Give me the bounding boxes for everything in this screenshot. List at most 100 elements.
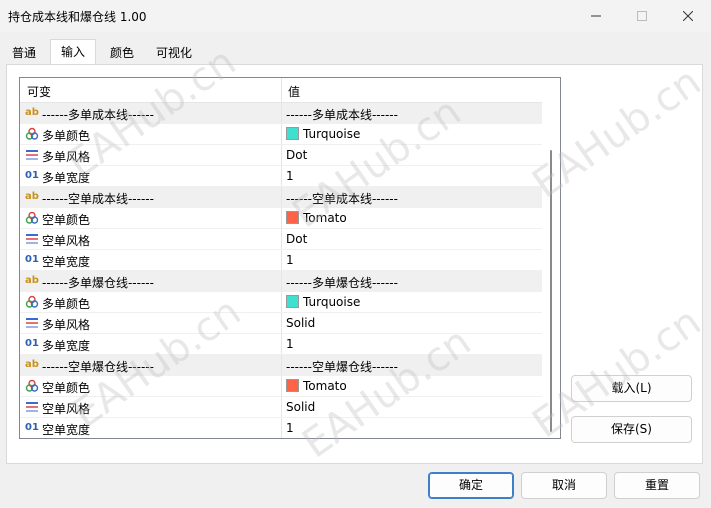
minimize-icon[interactable] — [573, 0, 619, 32]
parameter-value-text: 1 — [286, 421, 294, 435]
parameter-row[interactable]: 多单颜色 Turquoise — [20, 292, 542, 313]
parameter-name: 多单颜色 — [42, 129, 91, 143]
parameter-row[interactable]: 01 多单宽度 1 — [20, 166, 542, 187]
parameter-row[interactable]: 空单风格 Solid — [20, 397, 542, 418]
title-bar: 持仓成本线和爆仓线 1.00 — [0, 0, 711, 32]
grid-header: 可变 值 — [20, 78, 542, 103]
parameter-name: 多单宽度 — [42, 339, 91, 353]
parameter-name: 多单风格 — [42, 150, 91, 164]
parameter-value[interactable]: ------空单成本线------ — [286, 190, 398, 207]
line-style-icon — [25, 148, 39, 162]
color-type-icon — [25, 127, 39, 141]
parameter-value[interactable]: Solid — [286, 316, 315, 330]
parameter-value-text: 1 — [286, 169, 294, 183]
color-swatch — [286, 379, 299, 392]
column-divider — [281, 229, 282, 250]
parameter-value-text: Turquoise — [303, 127, 361, 141]
parameter-row[interactable]: 空单颜色 Tomato — [20, 208, 542, 229]
maximize-icon — [619, 0, 665, 32]
parameter-value[interactable]: 1 — [286, 169, 294, 183]
parameter-value[interactable]: Turquoise — [286, 295, 360, 309]
parameter-value[interactable]: ------空单爆仓线------ — [286, 358, 398, 375]
parameter-value[interactable]: Turquoise — [286, 127, 360, 141]
ok-button[interactable]: 确定 — [428, 472, 514, 499]
parameter-row[interactable]: 多单颜色 Turquoise — [20, 124, 542, 145]
parameter-row[interactable]: 01 多单宽度 1 — [20, 334, 542, 355]
string-type-icon: ab — [25, 107, 39, 118]
color-type-icon — [25, 379, 39, 393]
parameter-name: 多单风格 — [42, 318, 91, 332]
parameter-name: 空单颜色 — [42, 381, 91, 395]
string-type-icon: ab — [25, 359, 39, 370]
line-style-icon — [25, 400, 39, 414]
parameter-row[interactable]: 多单风格 Solid — [20, 313, 542, 334]
column-divider — [281, 78, 282, 102]
column-divider — [281, 271, 282, 292]
parameter-name: ------空单成本线------ — [42, 192, 154, 206]
parameter-value[interactable]: Dot — [286, 232, 307, 246]
parameter-value-text: Solid — [286, 316, 316, 330]
parameter-value-text: ------多单成本线------ — [286, 108, 398, 122]
parameter-name: ------空单爆仓线------ — [42, 360, 154, 374]
parameter-value[interactable]: Dot — [286, 148, 307, 162]
column-divider — [281, 103, 282, 124]
column-divider — [281, 397, 282, 418]
parameter-value[interactable]: 1 — [286, 337, 294, 351]
parameter-value-text: Dot — [286, 148, 308, 162]
integer-type-icon: 01 — [25, 254, 39, 265]
column-divider — [281, 187, 282, 208]
parameter-row[interactable]: 多单风格 Dot — [20, 145, 542, 166]
load-button[interactable]: 载入(L) — [571, 375, 692, 402]
vertical-scrollbar[interactable] — [542, 78, 560, 438]
tab-visualization[interactable]: 可视化 — [148, 40, 200, 64]
tab-inputs[interactable]: 输入 — [50, 39, 96, 65]
parameter-row[interactable]: 空单颜色 Tomato — [20, 376, 542, 397]
column-header-value[interactable]: 值 — [288, 83, 300, 100]
parameter-value[interactable]: 1 — [286, 421, 294, 435]
parameter-value[interactable]: Solid — [286, 400, 315, 414]
parameter-value[interactable]: Tomato — [286, 379, 347, 393]
parameter-row[interactable]: 空单风格 Dot — [20, 229, 542, 250]
column-divider — [281, 418, 282, 438]
parameter-name: ------多单成本线------ — [42, 108, 154, 122]
parameter-name: 空单风格 — [42, 234, 91, 248]
scrollbar-thumb[interactable] — [550, 150, 552, 432]
section-row[interactable]: ab ------多单成本线------ ------多单成本线------ — [20, 103, 542, 124]
column-divider — [281, 166, 282, 187]
row-divider — [20, 438, 542, 439]
section-row[interactable]: ab ------空单爆仓线------ ------空单爆仓线------ — [20, 355, 542, 376]
parameters-grid: 可变 值 ab ------多单成本线------ ------多单成本线-----… — [19, 77, 561, 439]
integer-type-icon: 01 — [25, 422, 39, 433]
parameter-name: ------多单爆仓线------ — [42, 276, 154, 290]
color-type-icon — [25, 295, 39, 309]
tab-colors[interactable]: 颜色 — [102, 40, 142, 64]
cancel-button[interactable]: 取消 — [521, 472, 607, 499]
column-divider — [281, 292, 282, 313]
section-row[interactable]: ab ------空单成本线------ ------空单成本线------ — [20, 187, 542, 208]
parameter-value-text: Turquoise — [303, 295, 361, 309]
section-row[interactable]: ab ------多单爆仓线------ ------多单爆仓线------ — [20, 271, 542, 292]
parameter-name: 空单颜色 — [42, 213, 91, 227]
line-style-icon — [25, 232, 39, 246]
tab-general[interactable]: 普通 — [4, 40, 44, 64]
parameter-row[interactable]: 01 空单宽度 1 — [20, 418, 542, 439]
parameter-name: 空单宽度 — [42, 255, 91, 269]
column-header-variable[interactable]: 可变 — [27, 83, 51, 100]
parameter-name: 空单风格 — [42, 402, 91, 416]
parameter-value[interactable]: ------多单爆仓线------ — [286, 274, 398, 291]
close-icon[interactable] — [665, 0, 711, 32]
integer-type-icon: 01 — [25, 338, 39, 349]
line-style-icon — [25, 316, 39, 330]
column-divider — [281, 145, 282, 166]
parameter-value-text: 1 — [286, 253, 294, 267]
color-swatch — [286, 295, 299, 308]
parameter-value[interactable]: Tomato — [286, 211, 347, 225]
parameter-value-text: Dot — [286, 232, 308, 246]
save-button[interactable]: 保存(S) — [571, 416, 692, 443]
reset-button[interactable]: 重置 — [614, 472, 700, 499]
parameter-row[interactable]: 01 空单宽度 1 — [20, 250, 542, 271]
parameter-value[interactable]: ------多单成本线------ — [286, 106, 398, 123]
parameter-value[interactable]: 1 — [286, 253, 294, 267]
parameter-value-text: ------多单爆仓线------ — [286, 276, 398, 290]
column-divider — [281, 250, 282, 271]
